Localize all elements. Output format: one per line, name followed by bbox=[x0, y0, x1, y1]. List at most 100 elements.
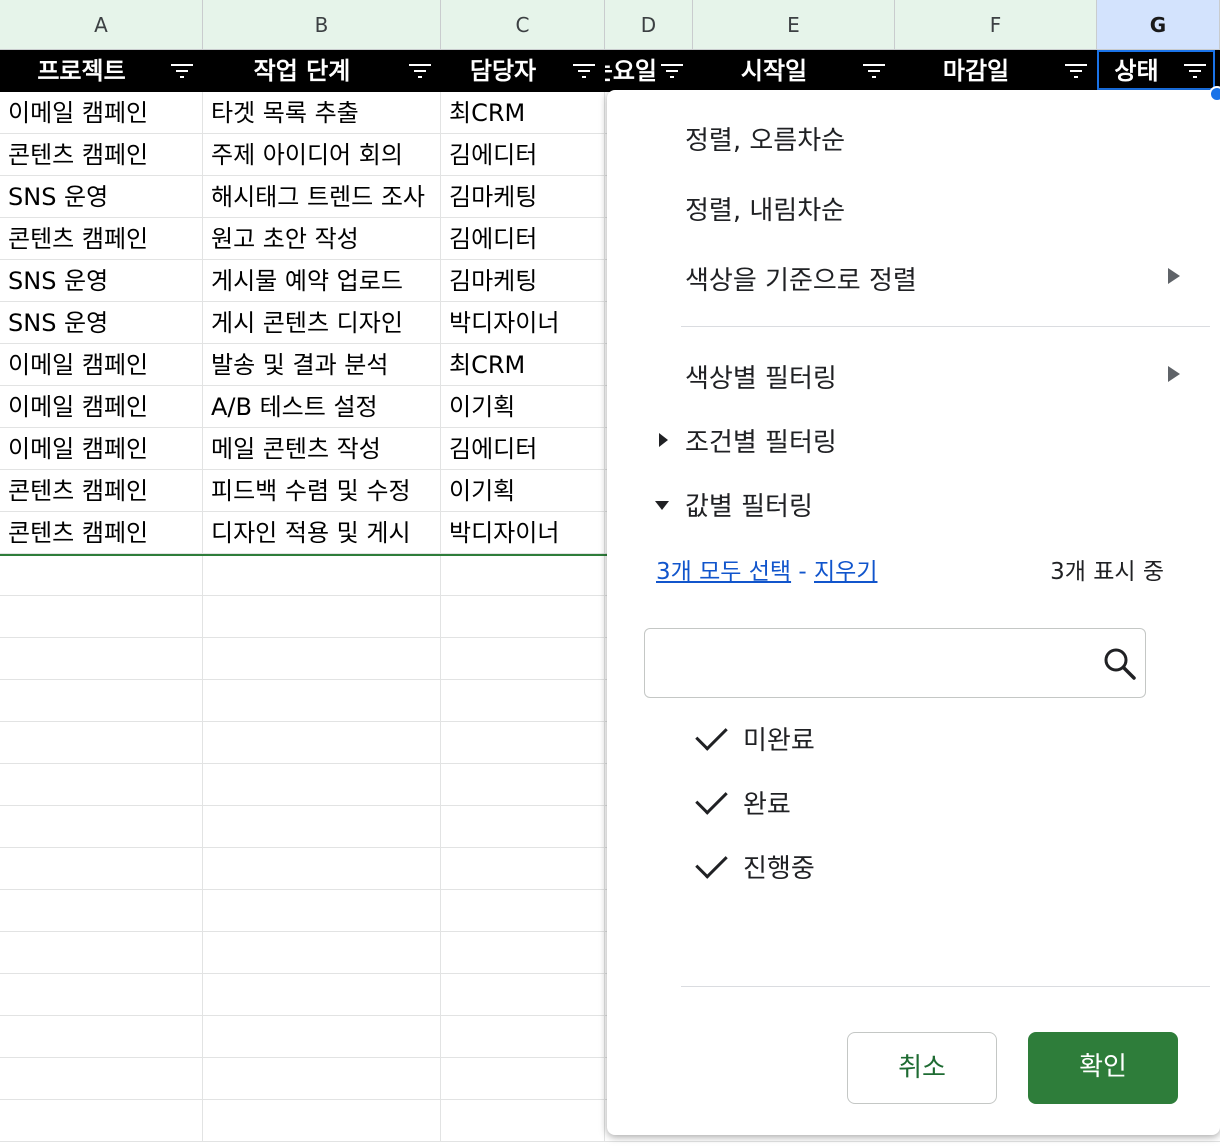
cell-project[interactable]: 콘텐츠 캠페인 bbox=[0, 512, 203, 553]
filter-icon[interactable] bbox=[661, 64, 683, 78]
empty-cell[interactable] bbox=[0, 932, 203, 973]
empty-cell[interactable] bbox=[203, 1016, 441, 1057]
value-option-in-progress[interactable]: 진행중 bbox=[743, 848, 815, 885]
cell-assignee[interactable]: 최CRM bbox=[441, 92, 605, 133]
empty-cell[interactable] bbox=[203, 1058, 441, 1099]
empty-cell[interactable] bbox=[0, 722, 203, 763]
cell-project[interactable]: 콘텐츠 캠페인 bbox=[0, 470, 203, 511]
empty-cell[interactable] bbox=[0, 764, 203, 805]
sort-ascending-item[interactable]: 정렬, 오름차순 bbox=[685, 120, 845, 157]
column-header-a[interactable]: A bbox=[0, 0, 203, 50]
cancel-button[interactable]: 취소 bbox=[847, 1032, 997, 1104]
empty-cell[interactable] bbox=[0, 974, 203, 1015]
cell-assignee[interactable]: 박디자이너 bbox=[441, 302, 605, 343]
empty-cell[interactable] bbox=[203, 806, 441, 847]
empty-cell[interactable] bbox=[0, 680, 203, 721]
empty-cell[interactable] bbox=[441, 596, 605, 637]
value-option-complete[interactable]: 완료 bbox=[743, 784, 791, 821]
empty-cell[interactable] bbox=[0, 554, 203, 595]
empty-cell[interactable] bbox=[441, 932, 605, 973]
cell-project[interactable]: SNS 운영 bbox=[0, 302, 203, 343]
empty-cell[interactable] bbox=[0, 596, 203, 637]
empty-cell[interactable] bbox=[441, 974, 605, 1015]
cell-task-step[interactable]: 발송 및 결과 분석 bbox=[203, 344, 441, 385]
header-cell-assignee[interactable]: 담당자 bbox=[441, 50, 605, 92]
selection-handle[interactable] bbox=[1209, 86, 1220, 102]
empty-cell[interactable] bbox=[0, 638, 203, 679]
value-search-input[interactable] bbox=[644, 628, 1146, 698]
empty-cell[interactable] bbox=[0, 1058, 203, 1099]
filter-by-condition-item[interactable]: 조건별 필터링 bbox=[685, 422, 837, 459]
empty-cell[interactable] bbox=[0, 890, 203, 931]
cell-task-step[interactable]: 메일 콘텐츠 작성 bbox=[203, 428, 441, 469]
cell-assignee[interactable]: 이기획 bbox=[441, 386, 605, 427]
empty-cell[interactable] bbox=[203, 554, 441, 595]
filter-icon[interactable] bbox=[863, 64, 885, 78]
column-header-g[interactable]: G bbox=[1097, 0, 1220, 50]
cell-assignee[interactable]: 최CRM bbox=[441, 344, 605, 385]
checkmark-icon[interactable] bbox=[695, 718, 728, 751]
sort-by-color-item[interactable]: 색상을 기준으로 정렬 bbox=[685, 260, 917, 297]
empty-cell[interactable] bbox=[203, 722, 441, 763]
cell-assignee[interactable]: 김에디터 bbox=[441, 134, 605, 175]
cell-project[interactable]: 콘텐츠 캠페인 bbox=[0, 218, 203, 259]
cell-project[interactable]: 이메일 캠페인 bbox=[0, 386, 203, 427]
header-cell-task-step[interactable]: 작업 단계 bbox=[203, 50, 441, 92]
expand-right-icon[interactable] bbox=[659, 433, 668, 447]
empty-cell[interactable] bbox=[203, 680, 441, 721]
header-cell-start-date[interactable]: 시작일 bbox=[693, 50, 895, 92]
cell-project[interactable]: 이메일 캠페인 bbox=[0, 92, 203, 133]
empty-cell[interactable] bbox=[441, 890, 605, 931]
clear-link[interactable]: 지우기 bbox=[814, 559, 877, 585]
empty-cell[interactable] bbox=[0, 806, 203, 847]
column-header-e[interactable]: E bbox=[693, 0, 895, 50]
cell-task-step[interactable]: 원고 초안 작성 bbox=[203, 218, 441, 259]
cell-task-step[interactable]: 해시태그 트렌드 조사 bbox=[203, 176, 441, 217]
empty-cell[interactable] bbox=[441, 1016, 605, 1057]
cell-assignee[interactable]: 김에디터 bbox=[441, 428, 605, 469]
column-header-f[interactable]: F bbox=[895, 0, 1097, 50]
cell-task-step[interactable]: 게시물 예약 업로드 bbox=[203, 260, 441, 301]
empty-cell[interactable] bbox=[441, 764, 605, 805]
cell-task-step[interactable]: A/B 테스트 설정 bbox=[203, 386, 441, 427]
filter-icon[interactable] bbox=[573, 64, 595, 78]
empty-cell[interactable] bbox=[0, 1016, 203, 1057]
header-cell-weekday[interactable]: 는요일 bbox=[605, 50, 693, 92]
select-all-link[interactable]: 3개 모두 선택 bbox=[656, 559, 791, 585]
checkmark-icon[interactable] bbox=[695, 846, 728, 879]
cell-project[interactable]: 콘텐츠 캠페인 bbox=[0, 134, 203, 175]
value-option-incomplete[interactable]: 미완료 bbox=[743, 720, 815, 757]
filter-icon[interactable] bbox=[1065, 64, 1087, 78]
empty-cell[interactable] bbox=[203, 764, 441, 805]
empty-cell[interactable] bbox=[441, 638, 605, 679]
column-header-b[interactable]: B bbox=[203, 0, 441, 50]
collapse-down-icon[interactable] bbox=[655, 501, 669, 510]
empty-cell[interactable] bbox=[441, 1058, 605, 1099]
filter-icon[interactable] bbox=[171, 64, 193, 78]
empty-cell[interactable] bbox=[203, 848, 441, 889]
ok-button[interactable]: 확인 bbox=[1028, 1032, 1178, 1104]
cell-assignee[interactable]: 박디자이너 bbox=[441, 512, 605, 553]
cell-project[interactable]: SNS 운영 bbox=[0, 260, 203, 301]
empty-cell[interactable] bbox=[441, 1100, 605, 1141]
cell-assignee[interactable]: 김마케팅 bbox=[441, 260, 605, 301]
cell-task-step[interactable]: 주제 아이디어 회의 bbox=[203, 134, 441, 175]
sort-descending-item[interactable]: 정렬, 내림차순 bbox=[685, 190, 845, 227]
empty-cell[interactable] bbox=[203, 932, 441, 973]
cell-assignee[interactable]: 이기획 bbox=[441, 470, 605, 511]
cell-project[interactable]: 이메일 캠페인 bbox=[0, 428, 203, 469]
empty-cell[interactable] bbox=[441, 848, 605, 889]
empty-cell[interactable] bbox=[441, 680, 605, 721]
cell-task-step[interactable]: 게시 콘텐츠 디자인 bbox=[203, 302, 441, 343]
filter-by-color-item[interactable]: 색상별 필터링 bbox=[685, 358, 837, 395]
empty-cell[interactable] bbox=[203, 638, 441, 679]
empty-cell[interactable] bbox=[441, 806, 605, 847]
cell-task-step[interactable]: 피드백 수렴 및 수정 bbox=[203, 470, 441, 511]
empty-cell[interactable] bbox=[203, 890, 441, 931]
empty-cell[interactable] bbox=[0, 1100, 203, 1141]
cell-project[interactable]: 이메일 캠페인 bbox=[0, 344, 203, 385]
cell-assignee[interactable]: 김마케팅 bbox=[441, 176, 605, 217]
empty-cell[interactable] bbox=[441, 554, 605, 595]
empty-cell[interactable] bbox=[0, 848, 203, 889]
cell-project[interactable]: SNS 운영 bbox=[0, 176, 203, 217]
